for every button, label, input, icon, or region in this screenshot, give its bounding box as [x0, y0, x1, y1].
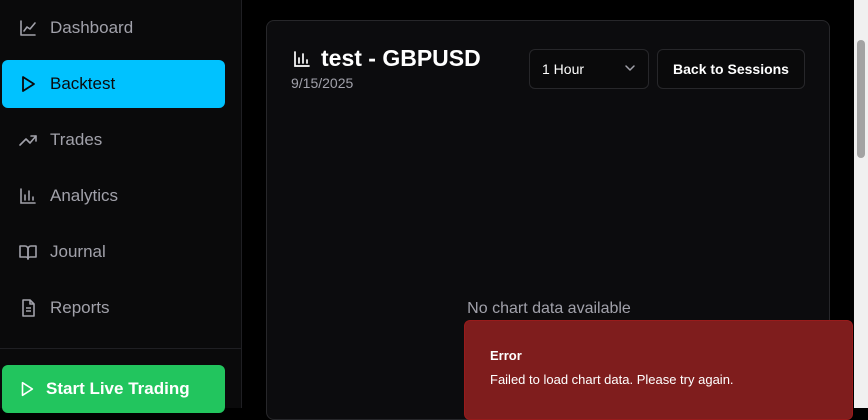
live-button-label: Start Live Trading	[46, 379, 190, 398]
line-chart-icon	[18, 18, 38, 38]
sidebar: Dashboard Backtest Trades Analytics Jour…	[0, 0, 242, 413]
timeframe-value: 1 Hour	[542, 61, 585, 77]
timeframe-select[interactable]: 1 Hour	[529, 49, 649, 89]
back-to-sessions-button[interactable]: Back to Sessions	[657, 49, 805, 89]
page-title: test - GBPUSD	[321, 45, 481, 71]
session-header: test - GBPUSD	[291, 45, 481, 72]
scrollbar-thumb[interactable]	[857, 40, 865, 158]
sidebar-item-label: Backtest	[50, 74, 116, 93]
file-text-icon	[18, 298, 38, 318]
toast-message: Failed to load chart data. Please try ag…	[490, 372, 734, 387]
toast-title: Error	[490, 348, 522, 363]
scrollbar[interactable]	[854, 0, 868, 408]
sidebar-item-label: Journal	[50, 242, 106, 261]
empty-chart-message: No chart data available	[467, 300, 631, 317]
sidebar-item-dashboard[interactable]: Dashboard	[2, 4, 225, 52]
chevron-down-icon	[624, 61, 636, 77]
bar-chart-icon	[291, 48, 313, 70]
session-date: 9/15/2025	[291, 75, 354, 91]
error-toast[interactable]: Error Failed to load chart data. Please …	[464, 320, 853, 420]
sidebar-item-backtest[interactable]: Backtest	[2, 60, 225, 108]
sidebar-item-label: Analytics	[50, 186, 119, 205]
bar-chart-icon	[18, 186, 38, 206]
play-icon	[18, 74, 38, 94]
trending-up-icon	[18, 130, 38, 150]
sidebar-item-label: Trades	[50, 130, 103, 149]
start-live-trading-button[interactable]: Start Live Trading	[2, 365, 225, 413]
sidebar-divider	[0, 348, 241, 349]
sidebar-item-trades[interactable]: Trades	[2, 116, 225, 164]
sidebar-item-reports[interactable]: Reports	[2, 284, 225, 332]
book-open-icon	[18, 242, 38, 262]
sidebar-item-journal[interactable]: Journal	[2, 228, 225, 276]
sidebar-item-label: Reports	[50, 298, 110, 317]
sidebar-item-label: Dashboard	[50, 18, 134, 37]
play-icon	[18, 380, 36, 398]
sidebar-item-analytics[interactable]: Analytics	[2, 172, 225, 220]
